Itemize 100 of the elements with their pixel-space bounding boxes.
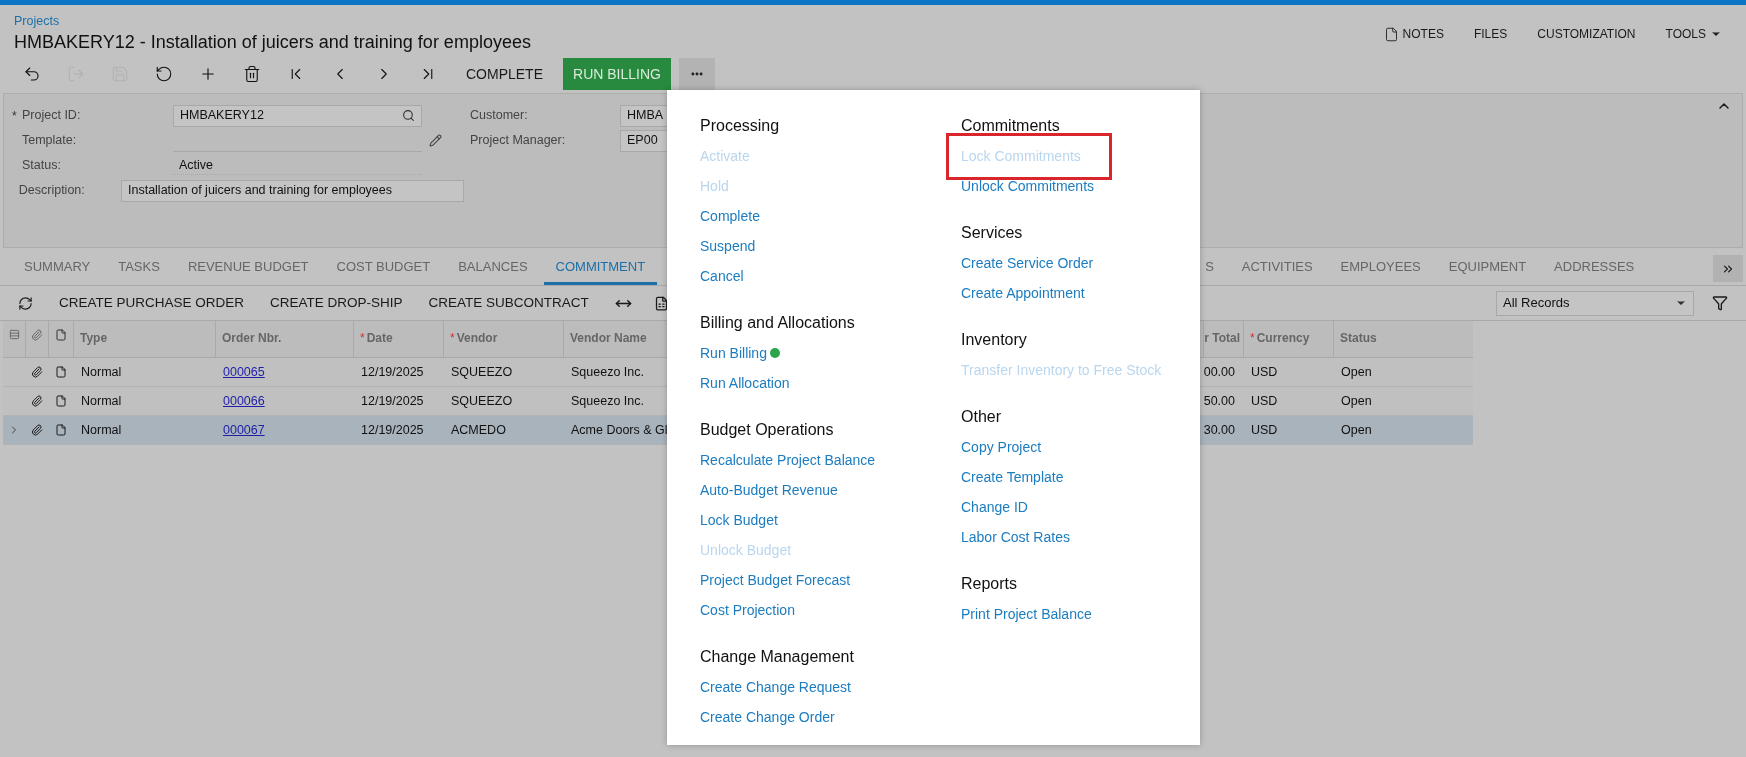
menu-section-heading: Processing [700,116,780,136]
menu-item[interactable]: Project Budget Forecast [700,569,851,591]
order-link[interactable]: 000065 [223,362,265,382]
table-cell-text: 00.00 [1203,363,1235,381]
paperclip-icon[interactable] [30,366,43,378]
required-mark: * [12,107,17,125]
tab[interactable]: EQUIPMENT [1436,252,1539,285]
trash-icon[interactable] [243,65,261,83]
table-cell-text: 12/19/2025 [361,363,424,381]
menu-item[interactable]: Suspend [700,235,756,257]
back-icon[interactable] [23,65,41,83]
grid-action-button[interactable]: CREATE PURCHASE ORDER [59,292,245,314]
field-label: Template: [22,132,78,150]
breadcrumb-link[interactable]: Projects [14,13,531,29]
project-id-field[interactable]: HMBAKERY12 [173,104,422,127]
note-icon[interactable] [54,395,67,407]
table-cell-text: Open [1341,421,1372,439]
description-field[interactable]: Installation of juicers and training for employees [121,179,464,202]
note-icon[interactable] [54,366,67,378]
table-cell-text: 30.00 [1203,421,1235,439]
menu-section-heading: Change Management [700,647,854,667]
tab[interactable]: S [1193,252,1226,285]
menu-item[interactable]: Create Change Request [700,676,851,698]
table-cell-text: SQUEEZO [451,392,513,410]
menu-item[interactable]: Lock Budget [700,509,778,531]
menu-item[interactable]: Cancel [700,265,744,287]
more-tabs-button[interactable] [1713,255,1743,282]
filter-select[interactable]: All Records [1496,290,1694,316]
top-action-button[interactable]: TOOLS [1665,25,1722,43]
tab[interactable]: COST BUDGET [324,252,443,285]
spreadsheet-icon[interactable] [653,295,669,311]
menu-item[interactable]: Auto-Budget Revenue [700,479,838,501]
menu-item[interactable]: Change ID [961,496,1028,518]
column-header[interactable]: Order Nbr. [222,329,282,347]
tab[interactable]: EMPLOYEES [1328,252,1433,285]
order-link[interactable]: 000067 [223,420,265,440]
tab[interactable]: ADDRESSES [1542,252,1647,285]
plus-icon[interactable] [199,65,217,83]
filter-icon[interactable] [1712,295,1728,311]
table-cell-text: SQUEEZO [451,363,513,381]
column-header[interactable]: Currency [1256,329,1310,347]
top-action-button[interactable]: FILES [1473,25,1508,43]
table-cell-text: Normal [81,421,122,439]
paperclip-icon[interactable] [30,424,43,436]
table-cell-text: Normal [81,363,122,381]
tab[interactable]: REVENUE BUDGET [175,252,321,285]
toolbar-button[interactable]: COMPLETE [454,58,555,90]
top-action-button[interactable]: CUSTOMIZATION [1537,25,1636,43]
menu-item[interactable]: Run Allocation [700,372,790,394]
pencil-icon[interactable] [429,134,442,147]
page-title: HMBAKERY12 - Installation of juicers and training for employees [14,31,531,54]
note-icon [1383,26,1399,42]
menu-item[interactable]: Labor Cost Rates [961,526,1070,548]
tab[interactable]: COMMITMENT [543,252,658,285]
column-header[interactable]: Status [1340,329,1377,347]
menu-item[interactable]: Recalculate Project Balance [700,449,876,471]
column-header[interactable]: Vendor [456,329,498,347]
tab[interactable]: SUMMARY [12,252,103,285]
table-cell-text: 12/19/2025 [361,392,424,410]
menu-item[interactable]: Create Service Order [961,252,1094,274]
menu-item[interactable]: Cost Projection [700,599,795,621]
menu-item[interactable]: Complete [700,205,760,227]
tab[interactable]: ACTIVITIES [1229,252,1325,285]
top-action-button[interactable]: NOTES [1383,25,1444,43]
table-cell-text: Squeezo Inc. [571,363,644,381]
column-header[interactable]: r Total [1204,329,1240,347]
table-cell-text: Open [1341,392,1372,410]
field-label: Customer: [470,107,529,125]
table-cell-text: Normal [81,392,122,410]
order-link[interactable]: 000066 [223,391,265,411]
column-header[interactable]: Date [366,329,393,347]
menu-item[interactable]: Print Project Balance [961,603,1092,625]
column-header[interactable]: Vendor Name [570,329,647,347]
note-icon[interactable] [54,424,67,436]
menu-section-heading: Inventory [961,330,1027,350]
paperclip-icon[interactable] [30,395,43,407]
refresh-button[interactable] [18,295,33,311]
table-cell-text: USD [1251,421,1278,439]
toolbar-button[interactable]: RUN BILLING [563,58,671,90]
note-icon [55,329,67,341]
table-cell-text: 12/19/2025 [361,421,424,439]
menu-section-heading: Reports [961,574,1018,594]
tab[interactable]: BALANCES [446,252,540,285]
grid-action-button[interactable]: CREATE SUBCONTRACT [428,292,589,314]
field-label: Project ID: [22,107,82,125]
menu-item[interactable]: Create Template [961,466,1064,488]
row-selector-icon[interactable] [8,329,20,340]
menu-section-heading: Billing and Allocations [700,313,855,333]
paperclip-icon [31,329,43,341]
required-mark: * [450,330,455,347]
grid-action-button[interactable]: CREATE DROP-SHIP [270,292,403,314]
tab[interactable]: TASKS [106,252,172,285]
status-value: Active [173,155,422,176]
menu-item[interactable]: Run Billing [700,342,767,364]
column-header[interactable]: Type [80,329,108,347]
field-label: Status: [22,157,62,175]
field-label: Project Manager: [470,132,567,150]
undo-icon[interactable] [155,65,173,83]
menu-item[interactable]: Create Appointment [961,282,1085,304]
menu-item[interactable]: Create Change Order [700,706,835,728]
